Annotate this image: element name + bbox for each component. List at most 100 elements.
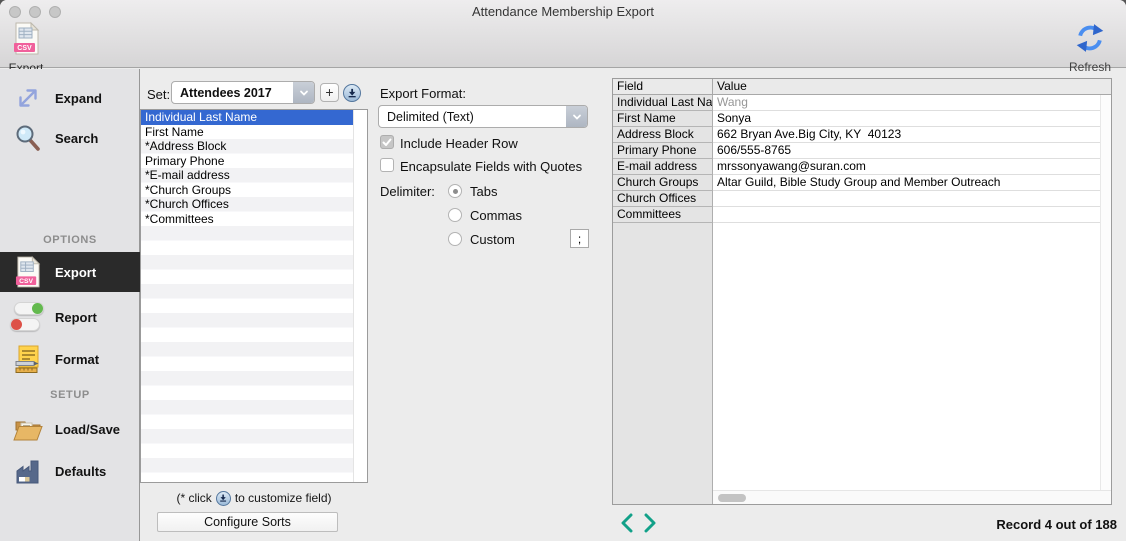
configure-sorts-button[interactable]: Configure Sorts (157, 512, 338, 532)
sidebar-section-options: OPTIONS (0, 234, 140, 246)
app-window: Attendance Membership Export CSV Export (0, 0, 1126, 541)
customize-hint: (* click to customize field) (140, 490, 368, 506)
list-item[interactable]: *E-mail address (141, 168, 353, 183)
refresh-label: Refresh (1060, 60, 1120, 74)
format-icon (12, 343, 44, 375)
export-format-label: Export Format: (380, 86, 466, 101)
column-header-field: Field (613, 79, 713, 95)
next-record-button[interactable] (642, 513, 660, 533)
field-cell: Committees (613, 207, 713, 223)
sidebar-item-report[interactable]: Report (0, 297, 140, 337)
table-row: Address Block662 Bryan Ave.Big City, KY … (613, 127, 1111, 143)
export-toolbar-button[interactable]: CSV Export (0, 22, 52, 75)
export-field-list: Individual Last NameFirst Name*Address B… (140, 109, 368, 483)
sidebar-label-defaults: Defaults (55, 464, 106, 479)
h-scrollbar-thumb[interactable] (718, 494, 746, 502)
export-format-select[interactable]: Delimited (Text) (378, 105, 588, 128)
value-cell[interactable] (713, 207, 1111, 223)
sidebar-label-export: Export (55, 265, 96, 280)
sidebar-label-search: Search (55, 131, 98, 146)
chevron-left-icon (619, 513, 635, 533)
field-column-filler (613, 223, 713, 504)
export-format-value: Delimited (Text) (379, 110, 566, 124)
value-cell[interactable]: Altar Guild, Bible Study Group and Membe… (713, 175, 1111, 191)
csv-file-icon: CSV (13, 22, 40, 55)
set-select[interactable]: Attendees 2017 (171, 81, 315, 104)
list-item[interactable]: Individual Last Name (141, 110, 353, 125)
encapsulate-quotes-checkbox[interactable] (380, 158, 394, 172)
previous-record-button[interactable] (619, 513, 637, 533)
list-item[interactable]: *Committees (141, 212, 353, 227)
delimiter-option-custom[interactable]: Custom (448, 232, 522, 246)
value-vertical-scrollbar[interactable] (1100, 95, 1111, 490)
encapsulate-quotes-label: Encapsulate Fields with Quotes (400, 159, 582, 174)
expand-icon (12, 82, 44, 114)
titlebar-toolbar: Attendance Membership Export CSV Export (0, 0, 1126, 68)
delimiter-radio-group: Tabs Commas Custom (448, 184, 522, 256)
list-item[interactable]: *Church Offices (141, 197, 353, 212)
sidebar-item-load-save[interactable]: Load/Save (0, 407, 140, 451)
sidebar-item-format[interactable]: Format (0, 339, 140, 379)
table-row: Church GroupsAltar Guild, Bible Study Gr… (613, 175, 1111, 191)
value-cell[interactable]: 606/555-8765 (713, 143, 1111, 159)
customize-hint-prefix: (* click (176, 491, 211, 505)
radio-icon[interactable] (448, 232, 462, 246)
sidebar-item-export[interactable]: CSV Export (0, 252, 140, 292)
list-item[interactable]: *Address Block (141, 139, 353, 154)
factory-icon (12, 455, 44, 487)
svg-text:CSV: CSV (19, 278, 33, 285)
record-value-table: Field Value Individual Last NameWangFirs… (612, 78, 1112, 505)
set-select-value: Attendees 2017 (172, 86, 293, 100)
set-label: Set: (147, 87, 170, 102)
value-cell[interactable] (713, 191, 1111, 207)
customize-field-button[interactable] (343, 84, 361, 102)
csv-file-icon: CSV (12, 256, 44, 288)
add-set-button[interactable]: + (320, 83, 339, 102)
value-cell[interactable]: 662 Bryan Ave.Big City, KY 40123 (713, 127, 1111, 143)
sidebar-label-expand: Expand (55, 91, 102, 106)
search-icon (12, 122, 44, 154)
delimiter-option-label: Custom (470, 232, 515, 247)
customize-hint-suffix: to customize field) (235, 491, 332, 505)
sidebar-section-setup: SETUP (0, 389, 140, 401)
report-toggles-icon (12, 301, 44, 333)
field-cell: E-mail address (613, 159, 713, 175)
table-row: Committees (613, 207, 1111, 223)
delimiter-label: Delimiter: (380, 184, 435, 199)
table-row: E-mail addressmrssonyawang@suran.com (613, 159, 1111, 175)
include-header-checkbox[interactable] (380, 135, 394, 149)
radio-icon[interactable] (448, 184, 462, 198)
folder-icon (12, 413, 44, 445)
sidebar-item-expand[interactable]: Expand (0, 78, 140, 118)
table-row: Church Offices (613, 191, 1111, 207)
include-header-label: Include Header Row (400, 136, 518, 151)
list-item[interactable]: First Name (141, 125, 353, 140)
value-horizontal-scrollbar[interactable] (713, 490, 1111, 504)
window-title: Attendance Membership Export (0, 4, 1126, 19)
delimiter-option-commas[interactable]: Commas (448, 208, 522, 222)
sidebar-item-defaults[interactable]: Defaults (0, 451, 140, 491)
value-cell[interactable]: Sonya (713, 111, 1111, 127)
table-rows: Individual Last NameWangFirst NameSonyaA… (613, 95, 1111, 223)
table-row: Primary Phone606/555-8765 (613, 143, 1111, 159)
value-cell[interactable]: mrssonyawang@suran.com (713, 159, 1111, 175)
field-cell: Primary Phone (613, 143, 713, 159)
column-header-value: Value (713, 79, 1111, 95)
list-item[interactable]: Primary Phone (141, 154, 353, 169)
table-row: First NameSonya (613, 111, 1111, 127)
check-icon (381, 136, 393, 148)
circle-down-arrow-icon (346, 87, 358, 99)
refresh-button[interactable]: Refresh (1060, 22, 1120, 74)
custom-delimiter-input[interactable] (570, 229, 589, 248)
value-cell[interactable]: Wang (713, 95, 1111, 111)
delimiter-option-tabs[interactable]: Tabs (448, 184, 522, 198)
delimiter-option-label: Commas (470, 208, 522, 223)
field-list-scrollbar[interactable] (353, 110, 367, 482)
svg-text:CSV: CSV (17, 45, 32, 52)
sidebar-item-search[interactable]: Search (0, 118, 140, 158)
sidebar-label-load-save: Load/Save (55, 422, 120, 437)
circle-down-arrow-icon (216, 491, 231, 506)
list-item[interactable]: *Church Groups (141, 183, 353, 198)
record-status: Record 4 out of 188 (996, 517, 1117, 532)
radio-icon[interactable] (448, 208, 462, 222)
